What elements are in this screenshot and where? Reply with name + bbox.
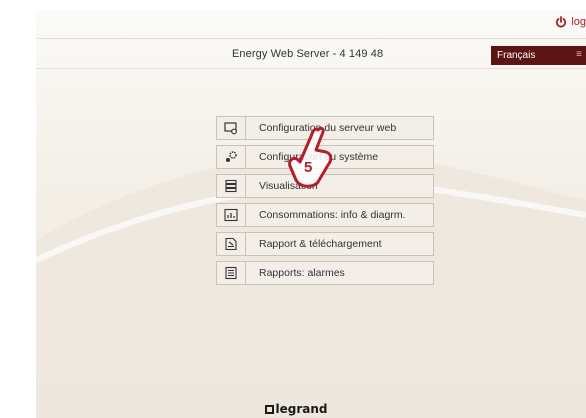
menu-item-label: Rapport & téléchargement (259, 238, 382, 250)
menu-item-label: Configuration du système (259, 151, 379, 163)
document-download-icon (217, 233, 246, 255)
main-menu: Configuration du serveur web Configurati… (216, 116, 434, 290)
menu-item-label: Consommations: info & diagrm. (259, 209, 406, 221)
menu-item-label: Rapports: alarmes (259, 267, 345, 279)
menu-item-visualisation[interactable]: Visualisation (216, 174, 434, 198)
menu-item-report-download[interactable]: Rapport & téléchargement (216, 232, 434, 256)
menu-item-label: Configuration du serveur web (259, 122, 397, 134)
divider (36, 38, 586, 39)
web-server-page: log Energy Web Server - 4 149 48 Françai… (36, 10, 586, 418)
logout-label: log (571, 16, 586, 28)
power-icon (556, 16, 567, 28)
logout-button[interactable]: log (555, 16, 586, 28)
stack-icon (217, 175, 246, 197)
brand-logo: legrand (216, 402, 376, 416)
divider (36, 68, 586, 69)
language-selected: Français (497, 50, 536, 61)
gears-icon (217, 146, 246, 168)
language-menu-icon: ≡ (576, 49, 582, 60)
legrand-logo-icon (264, 404, 274, 414)
language-selector[interactable]: Français ≡ (491, 46, 586, 65)
menu-item-web-server-config[interactable]: Configuration du serveur web (216, 116, 434, 140)
monitor-gear-icon (217, 117, 246, 139)
menu-item-consumption[interactable]: Consommations: info & diagrm. (216, 203, 434, 227)
menu-item-label: Visualisation (259, 180, 318, 192)
chart-icon (217, 204, 246, 226)
brand-name: legrand (275, 402, 328, 416)
menu-item-system-config[interactable]: Configuration du système (216, 145, 434, 169)
list-document-icon (217, 262, 246, 284)
title-bar: Energy Web Server - 4 149 48 Français ≡ (36, 43, 586, 67)
menu-item-alarm-reports[interactable]: Rapports: alarmes (216, 261, 434, 285)
server-title: Energy Web Server - 4 149 48 (232, 48, 384, 60)
